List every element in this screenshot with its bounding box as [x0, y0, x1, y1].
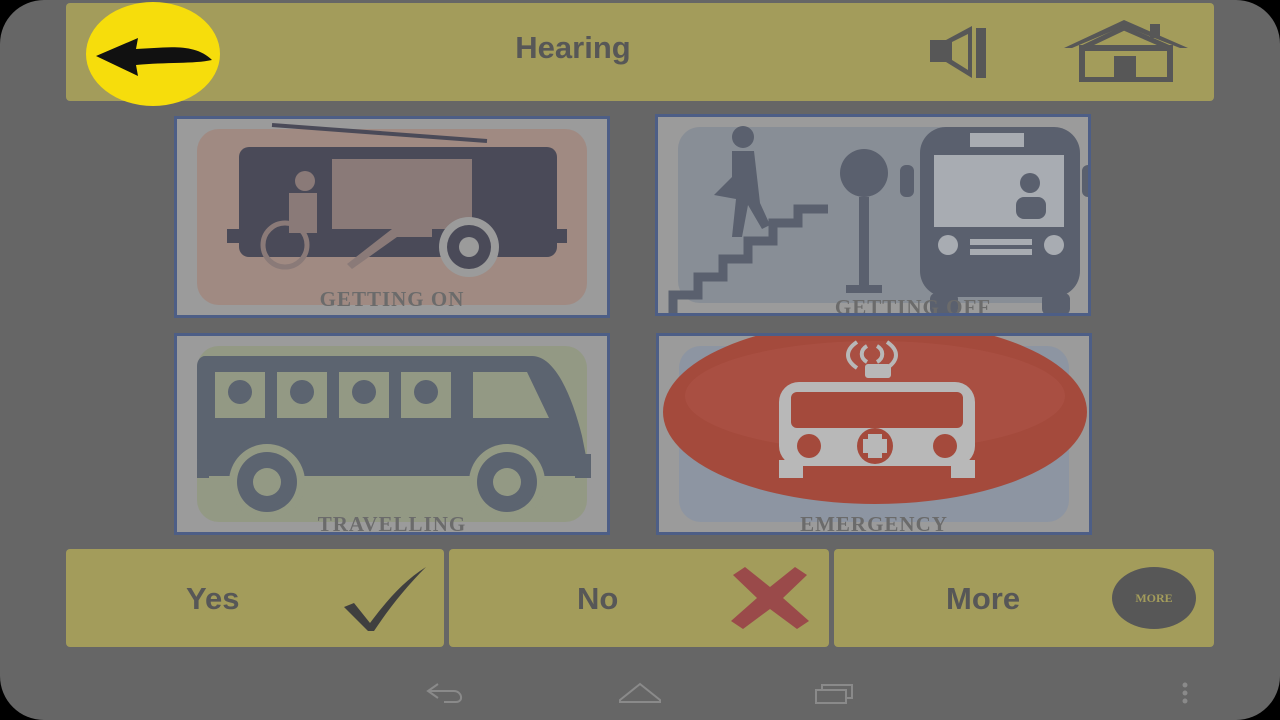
nav-recents-icon[interactable]	[812, 680, 858, 706]
stairs-bus-stop-icon	[668, 126, 1088, 313]
passenger-bus-icon	[197, 356, 591, 520]
nav-home-icon[interactable]	[616, 680, 664, 706]
checkmark-icon	[344, 567, 426, 631]
back-arrow-icon	[96, 38, 212, 76]
more-badge-icon: MORE	[1112, 567, 1196, 629]
wheelchair-bus-icon	[227, 123, 567, 277]
no-button[interactable]: No	[449, 549, 829, 647]
app-screen: Hearing GETTING ON GETTING OFF TRAVELLIN…	[0, 0, 1280, 720]
tile-label: GETTING ON	[319, 287, 465, 311]
no-label: No	[577, 581, 619, 616]
back-button[interactable]	[86, 2, 220, 106]
yes-button[interactable]: Yes	[66, 549, 444, 647]
home-icon	[1064, 20, 1188, 83]
tile-getting-off[interactable]: GETTING OFF	[655, 114, 1091, 316]
tile-label: GETTING OFF	[834, 295, 992, 316]
more-label: More	[946, 581, 1021, 616]
cross-icon	[731, 567, 809, 629]
tile-getting-on[interactable]: GETTING ON	[174, 116, 610, 318]
tile-label: EMERGENCY	[800, 512, 948, 535]
yes-label: Yes	[186, 581, 240, 616]
overflow-menu-icon[interactable]	[1178, 680, 1192, 708]
speaker-button[interactable]	[924, 22, 992, 82]
more-button[interactable]: More MORE	[834, 549, 1214, 647]
home-button[interactable]	[1060, 18, 1192, 83]
page-title: Hearing	[515, 30, 631, 65]
tile-emergency[interactable]: EMERGENCY	[656, 333, 1092, 535]
tile-label: TRAVELLING	[317, 512, 467, 535]
ambulance-icon	[663, 336, 1087, 504]
speaker-icon	[930, 26, 986, 78]
nav-back-icon[interactable]	[424, 680, 468, 706]
tile-travelling[interactable]: TRAVELLING	[174, 333, 610, 535]
